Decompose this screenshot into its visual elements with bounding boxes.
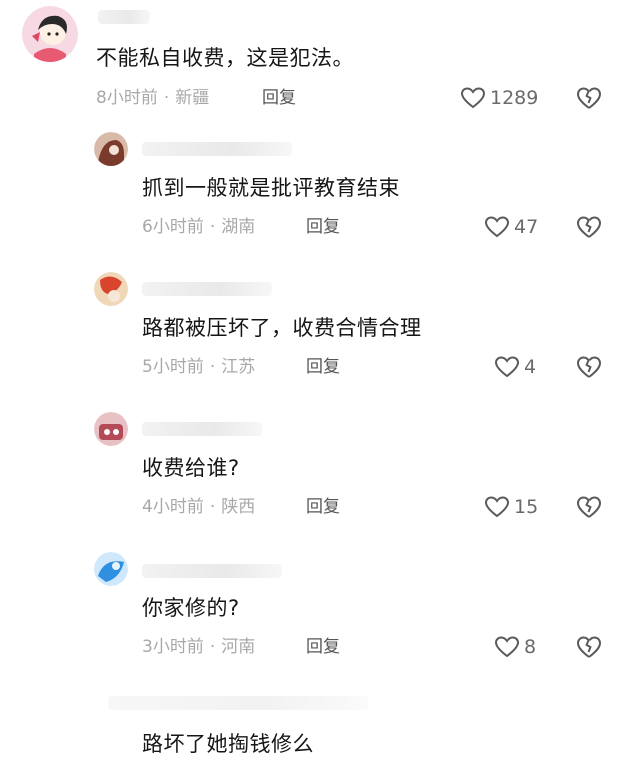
reply-item: 你家修的? 3小时前 · 河南 回复 8 bbox=[0, 550, 621, 670]
dislike-button[interactable] bbox=[575, 634, 603, 660]
username[interactable] bbox=[142, 422, 262, 436]
broken-heart-icon bbox=[577, 496, 601, 518]
comment-text: 抓到一般就是批评教育结束 bbox=[142, 176, 400, 200]
comment-location: 湖南 bbox=[221, 217, 256, 237]
reply-item: 路坏了她掏钱修么 bbox=[0, 690, 621, 762]
reply-button[interactable]: 回复 bbox=[306, 636, 340, 658]
dislike-button[interactable] bbox=[575, 354, 603, 380]
broken-heart-icon bbox=[577, 356, 601, 378]
comment-time: 6小时前 bbox=[142, 217, 204, 237]
comment-text: 路都被压坏了，收费合情合理 bbox=[142, 316, 422, 340]
comment-meta: 3小时前 · 河南 bbox=[142, 637, 256, 657]
comment-item: 不能私自收费，这是犯法。 8小时前 · 新疆 回复 1289 bbox=[0, 0, 621, 120]
heart-outline-icon bbox=[484, 496, 510, 518]
dislike-button[interactable] bbox=[575, 214, 603, 240]
comment-text: 不能私自收费，这是犯法。 bbox=[96, 46, 354, 70]
username[interactable] bbox=[98, 10, 150, 24]
comment-meta: 4小时前 · 陕西 bbox=[142, 497, 256, 517]
like-count: 8 bbox=[524, 636, 537, 658]
comment-time: 3小时前 bbox=[142, 637, 204, 657]
comment-meta: 6小时前 · 湖南 bbox=[142, 217, 256, 237]
like-button[interactable]: 1289 bbox=[460, 85, 538, 111]
comment-text: 路坏了她掏钱修么 bbox=[142, 732, 314, 756]
like-button[interactable]: 4 bbox=[494, 354, 536, 380]
comment-location: 新疆 bbox=[175, 88, 210, 108]
dislike-button[interactable] bbox=[575, 494, 603, 520]
comment-meta: 8小时前 · 新疆 bbox=[96, 88, 210, 108]
comment-time: 5小时前 bbox=[142, 357, 204, 377]
avatar[interactable] bbox=[94, 272, 128, 306]
reply-button[interactable]: 回复 bbox=[306, 216, 340, 238]
username[interactable] bbox=[108, 696, 368, 710]
comment-location: 陕西 bbox=[221, 497, 256, 517]
heart-outline-icon bbox=[494, 636, 520, 658]
like-count: 47 bbox=[514, 216, 539, 238]
heart-outline-icon bbox=[494, 356, 520, 378]
like-button[interactable]: 8 bbox=[494, 634, 536, 660]
broken-heart-icon bbox=[577, 87, 601, 109]
avatar[interactable] bbox=[22, 6, 78, 62]
reply-button[interactable]: 回复 bbox=[306, 496, 340, 518]
heart-outline-icon bbox=[460, 87, 486, 109]
username[interactable] bbox=[142, 282, 272, 296]
comment-location: 河南 bbox=[221, 637, 256, 657]
broken-heart-icon bbox=[577, 216, 601, 238]
avatar[interactable] bbox=[94, 412, 128, 446]
reply-button[interactable]: 回复 bbox=[306, 356, 340, 378]
like-count: 15 bbox=[514, 496, 539, 518]
comment-time: 8小时前 bbox=[96, 88, 158, 108]
like-button[interactable]: 15 bbox=[484, 494, 538, 520]
username[interactable] bbox=[142, 564, 282, 578]
comment-text: 你家修的? bbox=[142, 596, 240, 620]
like-count: 1289 bbox=[490, 87, 539, 109]
avatar[interactable] bbox=[94, 132, 128, 166]
heart-outline-icon bbox=[484, 216, 510, 238]
reply-item: 抓到一般就是批评教育结束 6小时前 · 湖南 回复 47 bbox=[0, 130, 621, 250]
comment-text: 收费给谁? bbox=[142, 456, 240, 480]
reply-item: 收费给谁? 4小时前 · 陕西 回复 15 bbox=[0, 410, 621, 530]
reply-item: 路都被压坏了，收费合情合理 5小时前 · 江苏 回复 4 bbox=[0, 270, 621, 390]
reply-button[interactable]: 回复 bbox=[262, 87, 296, 109]
like-count: 4 bbox=[524, 356, 537, 378]
comment-time: 4小时前 bbox=[142, 497, 204, 517]
dislike-button[interactable] bbox=[575, 85, 603, 111]
comment-location: 江苏 bbox=[221, 357, 256, 377]
like-button[interactable]: 47 bbox=[484, 214, 538, 240]
username[interactable] bbox=[142, 142, 292, 156]
avatar[interactable] bbox=[94, 552, 128, 586]
comment-meta: 5小时前 · 江苏 bbox=[142, 357, 256, 377]
broken-heart-icon bbox=[577, 636, 601, 658]
